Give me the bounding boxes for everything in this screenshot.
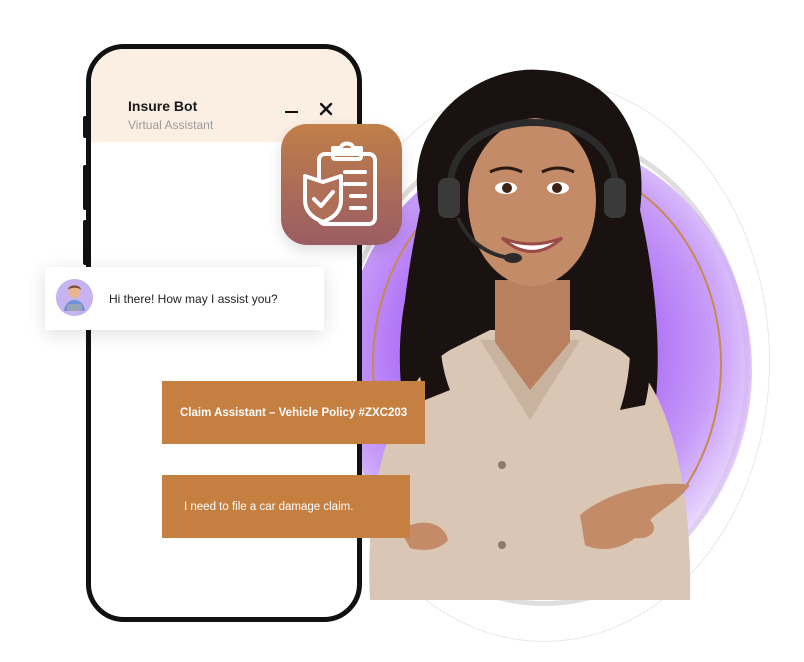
close-button[interactable] <box>317 100 335 118</box>
insurance-app-icon <box>281 124 402 245</box>
minimize-button[interactable] <box>283 102 301 118</box>
bot-greeting-message: Hi there! How may I assist you? <box>45 267 324 330</box>
bot-avatar <box>56 279 93 316</box>
bot-avatar-figure <box>56 279 93 316</box>
minus-icon <box>285 111 298 113</box>
greeting-text: Hi there! How may I assist you? <box>109 292 278 306</box>
hero-illustration: Insure Bot Virtual Assistant Hi there! H… <box>0 0 804 662</box>
clipboard-shield-check-icon <box>303 141 377 226</box>
close-icon <box>319 102 333 116</box>
user-message: I need to file a car damage claim. <box>162 475 410 538</box>
bot-name: Insure Bot <box>128 98 198 114</box>
bot-subtitle: Virtual Assistant <box>128 118 214 132</box>
claim-assistant-message: Claim Assistant – Vehicle Policy #ZXC203 <box>162 381 425 444</box>
